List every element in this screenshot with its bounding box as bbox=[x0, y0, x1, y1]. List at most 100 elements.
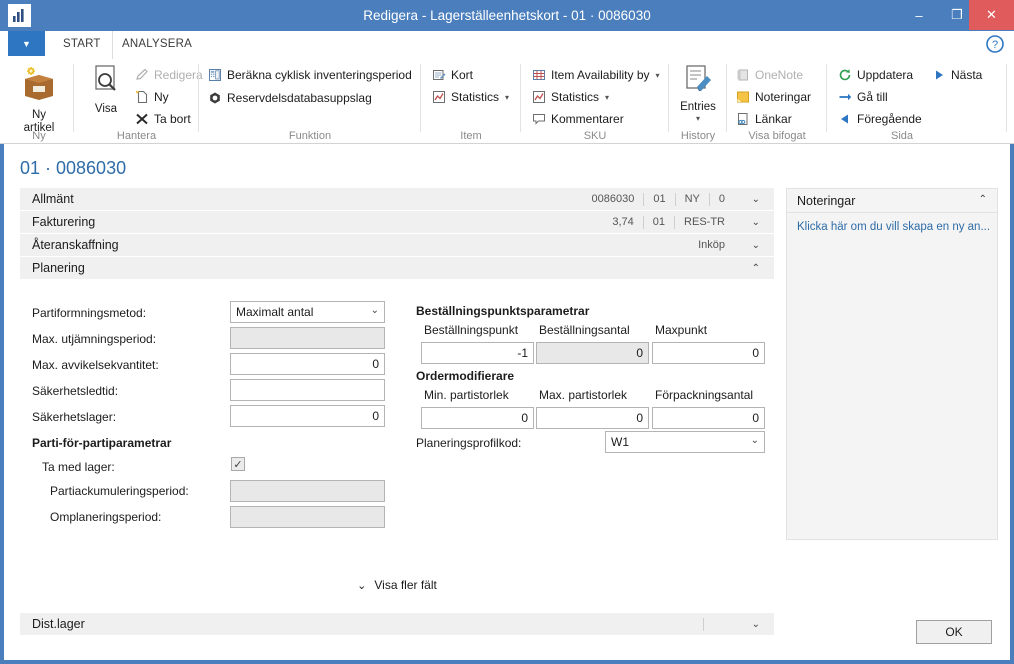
minimize-icon[interactable]: – bbox=[900, 0, 938, 30]
create-note-link[interactable]: Klicka här om du vill skapa en ny an... bbox=[797, 221, 990, 233]
ribbon-item-ga-till[interactable]: Gå till bbox=[837, 88, 888, 106]
partiformningsmetod-select[interactable]: ⌄ bbox=[230, 301, 385, 323]
value-item: 01 bbox=[642, 215, 674, 229]
max-utjamningsperiod-input[interactable] bbox=[230, 327, 385, 349]
maxpunkt-input[interactable] bbox=[652, 342, 765, 364]
card-icon bbox=[431, 67, 447, 83]
tab-start[interactable]: START bbox=[52, 31, 113, 59]
max-partistorlek-input[interactable] bbox=[536, 407, 649, 429]
refresh-icon bbox=[837, 67, 853, 83]
application-window: Redigera - Lagerställeenhetskort - 01 · … bbox=[0, 0, 1014, 664]
ribbon-item-nasta[interactable]: Nästa bbox=[931, 66, 982, 84]
file-menu-button[interactable]: ▼ bbox=[8, 31, 45, 56]
entries-button-label: Entries bbox=[680, 101, 716, 113]
ribbon-item-item-availability-by-label: Item Availability by bbox=[551, 68, 650, 82]
page-content: 01 · 0086030 Allmänt 0086030 01 NY 0 ⌄ F… bbox=[4, 144, 1010, 660]
max-avvikelsekvantitet-input[interactable] bbox=[230, 353, 385, 375]
fasttab-planering[interactable]: Planering ⌃ bbox=[20, 257, 774, 280]
tab-analysera[interactable]: ANALYSERA bbox=[111, 31, 203, 59]
entries-button[interactable]: Entries ▾ bbox=[669, 63, 727, 123]
ribbon-item-berakna-cyklisk[interactable]: Beräkna cyklisk inventeringsperiod bbox=[207, 66, 412, 84]
comment-bubble-icon bbox=[531, 111, 547, 127]
ribbon-item-sku-statistics[interactable]: Statistics ▾ bbox=[531, 88, 609, 106]
chevron-up-icon[interactable]: ⌃ bbox=[979, 194, 987, 205]
heading-ordermodifierare: Ordermodifierare bbox=[416, 369, 515, 383]
fasttab-planering-title: Planering bbox=[32, 261, 85, 275]
statistics-chart-icon bbox=[531, 89, 547, 105]
label-max-utjamningsperiod: Max. utjämningsperiod: bbox=[32, 332, 157, 346]
partiformningsmetod-input[interactable] bbox=[230, 301, 385, 323]
ribbon-item-berakna-cyklisk-label: Beräkna cyklisk inventeringsperiod bbox=[227, 68, 412, 82]
hexagon-icon bbox=[207, 90, 223, 106]
view-magnifier-icon bbox=[89, 63, 123, 100]
column-header-bestallningsantal: Beställningsantal bbox=[539, 323, 630, 337]
ribbon-item-kort[interactable]: Kort bbox=[431, 66, 473, 84]
chevron-down-icon: ⌄ bbox=[357, 579, 367, 592]
chevron-down-icon: ▾ bbox=[505, 92, 510, 102]
fasttab-distlager[interactable]: Dist.lager ⌄ bbox=[20, 613, 774, 636]
show-more-fields-button[interactable]: ⌄ Visa fler fält bbox=[20, 578, 774, 592]
ribbon-group-item: Kort Statistics ▾ Item bbox=[421, 59, 521, 144]
fasttab-fakturering[interactable]: Fakturering 3,74 01 RES-TR ⌄ bbox=[20, 211, 774, 234]
forpackningsantal-input[interactable] bbox=[652, 407, 765, 429]
ribbon-group-item-label: Item bbox=[460, 130, 482, 142]
label-max-avvikelsekvantitet: Max. avvikelsekvantitet: bbox=[32, 358, 159, 372]
fasttab-distlager-values bbox=[679, 617, 734, 631]
ribbon-group-history: Entries ▾ History bbox=[669, 59, 727, 144]
ribbon-item-uppdatera[interactable]: Uppdatera bbox=[837, 66, 913, 84]
label-sakerhetslager: Säkerhetslager: bbox=[32, 410, 117, 424]
ribbon-item-ta-bort[interactable]: Ta bort bbox=[134, 110, 191, 128]
view-button[interactable]: Visa bbox=[80, 63, 132, 116]
ribbon-item-item-availability-by[interactable]: Item Availability by ▾ bbox=[531, 66, 660, 84]
ribbon-item-nasta-label: Nästa bbox=[951, 68, 983, 82]
ribbon-item-item-statistics[interactable]: Statistics ▾ bbox=[431, 88, 509, 106]
chevron-down-icon[interactable]: ⌄ bbox=[752, 194, 760, 205]
planeringsprofilkod-select[interactable]: ⌄ bbox=[605, 431, 765, 453]
goto-arrow-icon bbox=[837, 89, 853, 105]
ribbon-item-onenote[interactable]: OneNote bbox=[735, 66, 803, 84]
chevron-down-icon[interactable]: ⌄ bbox=[752, 240, 760, 251]
show-more-fields-label: Visa fler fält bbox=[374, 578, 437, 592]
close-icon[interactable]: ✕ bbox=[969, 0, 1014, 30]
partiackumuleringsperiod-input[interactable] bbox=[230, 480, 385, 502]
label-partiformningsmetod: Partiformningsmetod: bbox=[32, 306, 147, 320]
omplaneringsperiod-input[interactable] bbox=[230, 506, 385, 528]
ribbon-item-foregaende[interactable]: Föregående bbox=[837, 110, 922, 128]
svg-text:?: ? bbox=[992, 39, 998, 51]
ribbon-item-onenote-label: OneNote bbox=[755, 68, 804, 82]
ribbon-group-sku-label: SKU bbox=[583, 130, 607, 142]
chevron-down-icon[interactable]: ⌄ bbox=[752, 619, 760, 630]
heading-bestallningspunktsparametrar: Beställningspunktsparametrar bbox=[416, 304, 590, 318]
ok-button[interactable]: OK bbox=[916, 620, 992, 644]
sakerhetsledtid-input[interactable] bbox=[230, 379, 385, 401]
chevron-up-icon[interactable]: ⌃ bbox=[752, 263, 760, 274]
ribbon-item-ny[interactable]: Ny bbox=[134, 88, 169, 106]
delete-x-icon bbox=[134, 111, 150, 127]
ribbon-item-kommentarer[interactable]: Kommentarer bbox=[531, 110, 624, 128]
planeringsprofilkod-input[interactable] bbox=[605, 431, 765, 453]
value-item: Inköp bbox=[698, 238, 725, 251]
ribbon-item-reservdelsdatabas[interactable]: Reservdelsdatabasuppslag bbox=[207, 89, 372, 107]
ribbon-item-ta-bort-label: Ta bort bbox=[154, 112, 191, 126]
ribbon-item-redigera[interactable]: Redigera bbox=[134, 66, 203, 84]
bestallningsantal-input[interactable] bbox=[536, 342, 649, 364]
ribbon-item-ga-till-label: Gå till bbox=[857, 90, 888, 104]
ribbon-item-lankar[interactable]: Länkar bbox=[735, 110, 792, 128]
fasttab-allmant[interactable]: Allmänt 0086030 01 NY 0 ⌄ bbox=[20, 188, 774, 211]
chevron-down-icon[interactable]: ⌄ bbox=[752, 217, 760, 228]
notes-pane-header[interactable]: Noteringar ⌃ bbox=[787, 189, 997, 213]
min-partistorlek-input[interactable] bbox=[421, 407, 534, 429]
heading-parti-for-partiparametrar: Parti-för-partiparametrar bbox=[32, 436, 172, 450]
sakerhetslager-input[interactable] bbox=[230, 405, 385, 427]
planering-panel: Partiformningsmetod: ⌄ Max. utjämningspe… bbox=[20, 280, 774, 542]
fasttab-allmant-title: Allmänt bbox=[32, 192, 74, 206]
ribbon-item-noteringar[interactable]: Noteringar bbox=[735, 88, 811, 106]
help-icon[interactable]: ? bbox=[986, 35, 1004, 53]
fasttab-ateranskaffning-title: Återanskaffning bbox=[32, 238, 119, 252]
ta-med-lager-checkbox[interactable]: ✓ bbox=[231, 457, 245, 471]
bestallningspunkt-input[interactable] bbox=[421, 342, 534, 364]
new-item-button[interactable]: Ny artikel bbox=[4, 63, 74, 134]
fasttab-ateranskaffning[interactable]: Återanskaffning Inköp ⌄ bbox=[20, 234, 774, 257]
ribbon-item-sku-statistics-label: Statistics bbox=[551, 90, 600, 104]
value-item bbox=[702, 617, 734, 631]
